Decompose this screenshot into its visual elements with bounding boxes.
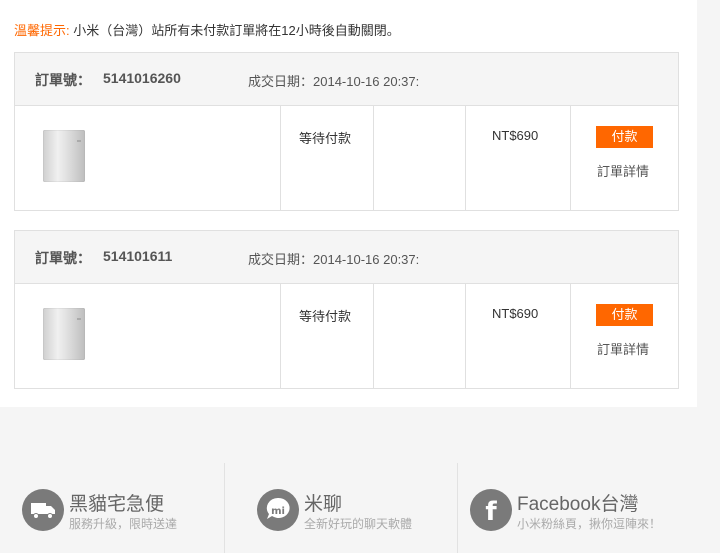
pay-button[interactable]: 付款 — [596, 126, 653, 148]
pay-button[interactable]: 付款 — [596, 304, 653, 326]
notice-bar: 溫馨提示: 小米（台灣）站所有未付款訂單將在12小時後自動關閉。 — [14, 20, 400, 39]
order-card: 訂單號： 514101611 成交日期：2014-10-16 20:37: 等待… — [14, 230, 679, 389]
order-price: NT$690 — [492, 306, 539, 321]
order-number-label: 訂單號： — [35, 72, 91, 88]
order-status: 等待付款 — [299, 309, 352, 324]
footer-subtitle: 全新好玩的聊天軟體 — [304, 517, 413, 531]
footer-title: 米聊 — [304, 494, 343, 515]
order-date: 成交日期：2014-10-16 20:37: — [248, 74, 420, 89]
product-image[interactable] — [43, 130, 85, 182]
order-detail-link[interactable]: 訂單詳情 — [597, 161, 649, 180]
column-divider — [373, 284, 374, 388]
order-number-label: 訂單號： — [35, 250, 91, 266]
facebook-icon: f — [470, 489, 512, 531]
order-status: 等待付款 — [299, 131, 352, 146]
orders-panel: 溫馨提示: 小米（台灣）站所有未付款訂單將在12小時後自動關閉。 訂單號： 51… — [0, 0, 697, 407]
footer-subtitle: 服務升級，限時送達 — [69, 517, 178, 531]
column-divider — [280, 284, 281, 388]
order-number: 514101611 — [103, 248, 173, 264]
column-divider — [570, 284, 571, 388]
order-price: NT$690 — [492, 128, 539, 143]
order-date: 成交日期：2014-10-16 20:37: — [248, 252, 420, 267]
order-number: 5141016260 — [103, 70, 181, 86]
order-header: 訂單號： 5141016260 成交日期：2014-10-16 20:37: — [15, 53, 678, 106]
notice-label: 溫馨提示: — [14, 23, 70, 38]
order-header: 訂單號： 514101611 成交日期：2014-10-16 20:37: — [15, 231, 678, 284]
product-image[interactable] — [43, 308, 85, 360]
order-card: 訂單號： 5141016260 成交日期：2014-10-16 20:37: 等… — [14, 52, 679, 211]
facebook-icon-text: f — [485, 497, 497, 527]
order-body: 等待付款 NT$690 付款 訂單詳情 — [15, 284, 678, 388]
notice-text: 小米（台灣）站所有未付款訂單將在12小時後自動關閉。 — [73, 23, 400, 38]
mi-chat-icon: mi — [257, 489, 299, 531]
order-detail-link[interactable]: 訂單詳情 — [597, 339, 649, 358]
footer-divider — [457, 463, 458, 553]
truck-icon — [22, 489, 64, 531]
footer-subtitle: 小米粉絲頁，揪你逗陣來！ — [517, 517, 662, 531]
column-divider — [373, 106, 374, 210]
footer-title: 黑貓宅急便 — [69, 494, 165, 515]
column-divider — [465, 106, 466, 210]
mi-chat-icon-text: mi — [271, 506, 285, 517]
order-body: 等待付款 NT$690 付款 訂單詳情 — [15, 106, 678, 210]
column-divider — [465, 284, 466, 388]
footer-divider — [224, 463, 225, 553]
footer-title: Facebook台灣 — [517, 494, 639, 515]
column-divider — [280, 106, 281, 210]
column-divider — [570, 106, 571, 210]
